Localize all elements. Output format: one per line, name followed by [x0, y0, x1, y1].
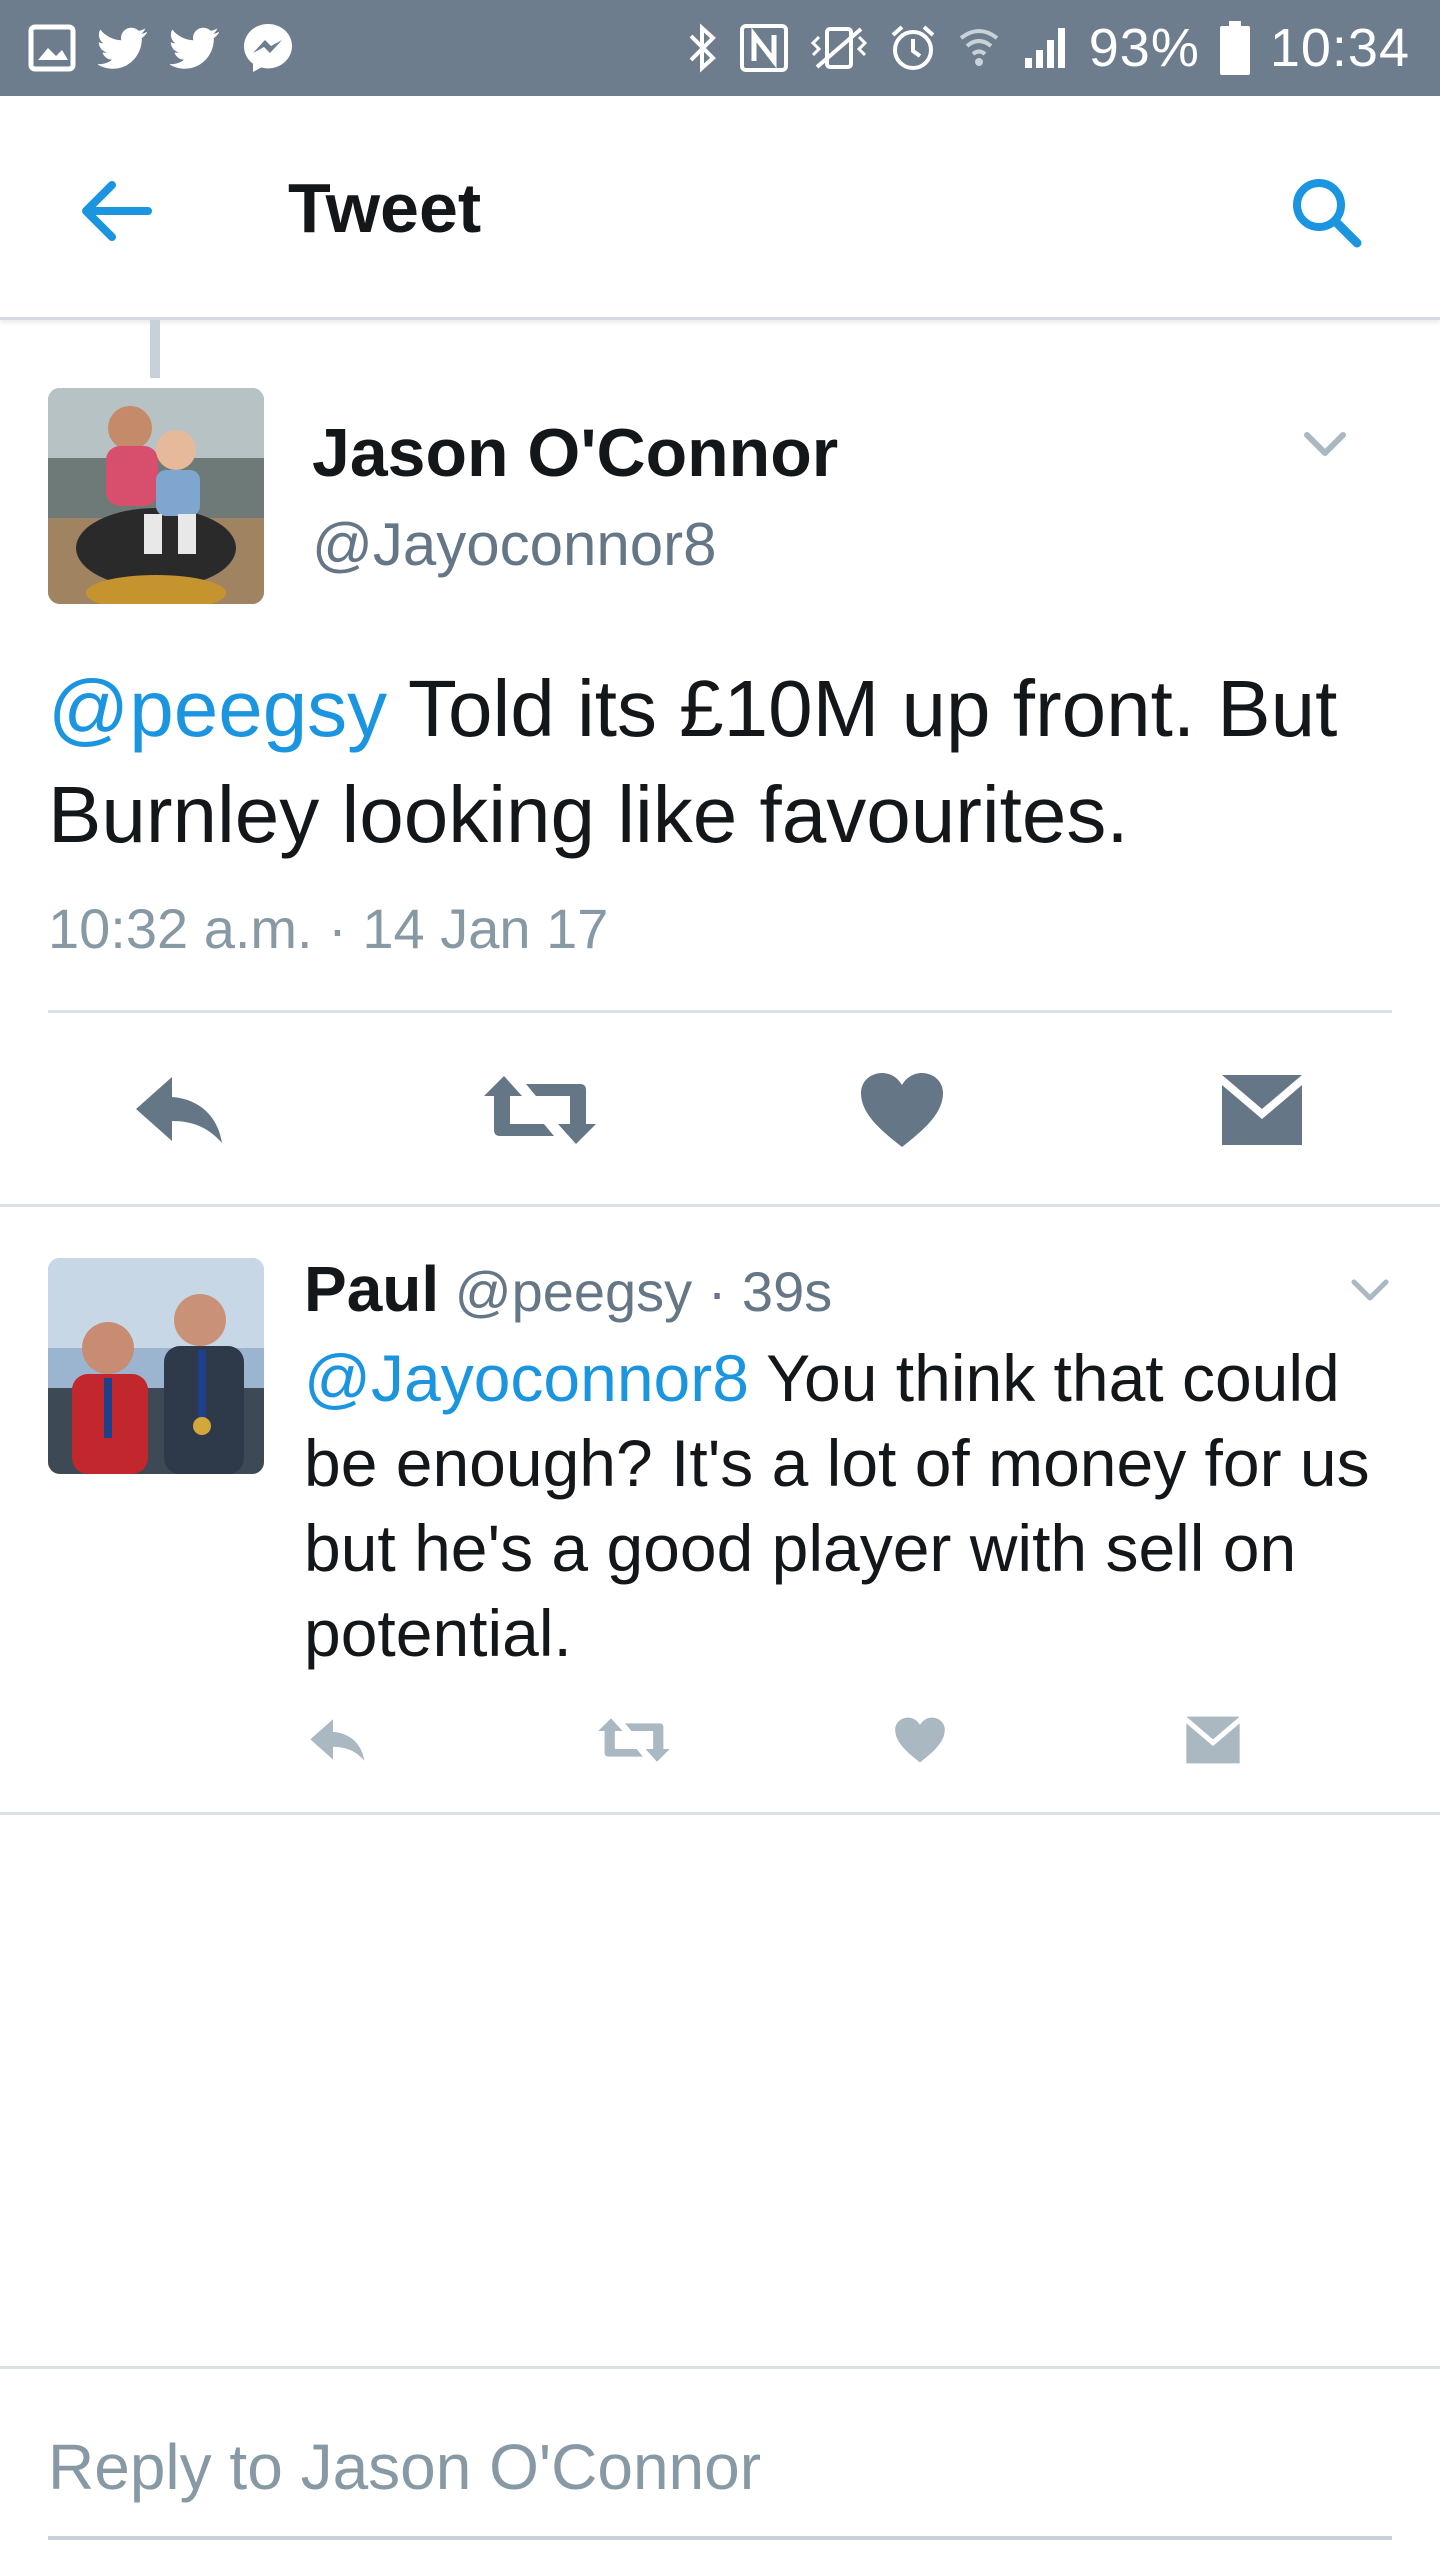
envelope-icon [1186, 1716, 1240, 1764]
clock: 10:34 [1269, 18, 1410, 78]
divider [0, 1812, 1440, 1815]
status-notifications [28, 22, 294, 74]
reply-author-name[interactable]: Paul [304, 1253, 439, 1325]
search-button[interactable] [1276, 162, 1376, 262]
page-title: Tweet [288, 169, 482, 247]
wifi-icon [957, 24, 1001, 72]
battery-icon [1219, 21, 1250, 75]
battery-percent: 93% [1088, 18, 1200, 78]
chevron-down-icon [1351, 1279, 1389, 1301]
divider [48, 1010, 1392, 1013]
bluetooth-icon [687, 22, 719, 74]
back-button[interactable] [70, 166, 160, 256]
divider [0, 1204, 1440, 1207]
envelope-icon [1222, 1075, 1302, 1145]
author-name[interactable]: Jason O'Connor [312, 414, 838, 492]
tweet-text: @peegsy Told its £10M up front. But Burn… [48, 656, 1408, 868]
reply-age: · 39s [707, 1260, 833, 1323]
direct-message-button[interactable] [1206, 1068, 1318, 1152]
reply-author-handle[interactable]: @peegsy [455, 1260, 692, 1323]
mention-link[interactable]: @Jayoconnor8 [304, 1341, 749, 1415]
app-header: Tweet [0, 96, 1440, 320]
like-button[interactable] [850, 1064, 954, 1156]
reply-button[interactable] [128, 1070, 232, 1150]
vibrate-icon [809, 23, 869, 73]
heart-icon [895, 1717, 945, 1763]
alarm-icon [889, 23, 937, 73]
profile-photo [48, 388, 264, 604]
avatar[interactable] [48, 388, 264, 604]
avatar[interactable] [48, 1258, 264, 1474]
profile-photo [48, 1258, 264, 1474]
reply-button[interactable] [300, 1710, 376, 1770]
direct-message-button[interactable] [1180, 1708, 1246, 1772]
gallery-icon [28, 24, 76, 72]
search-icon [1293, 179, 1362, 248]
chevron-down-icon [1304, 432, 1346, 456]
author-handle[interactable]: @Jayoconnor8 [312, 510, 716, 579]
retweet-button[interactable] [592, 1710, 676, 1770]
reply-input-underline [48, 2536, 1392, 2540]
status-bar: 93% 10:34 [0, 0, 1440, 96]
status-system: 93% 10:34 [687, 17, 1410, 79]
tweet-timestamp: 10:32 a.m. · 14 Jan 17 [48, 897, 609, 960]
mention-link[interactable]: @peegsy [48, 664, 387, 753]
retweet-icon [598, 1718, 670, 1762]
reply-text: @Jayoconnor8 You think that could be eno… [304, 1336, 1404, 1676]
composer-divider [0, 2366, 1440, 2369]
twitter-icon [98, 27, 148, 69]
reply-menu-button[interactable] [1338, 1268, 1402, 1312]
heart-icon [861, 1073, 943, 1147]
reply-input[interactable]: Reply to Jason O'Connor [48, 2430, 1392, 2540]
thread-connector [150, 320, 160, 378]
reply-icon [136, 1077, 222, 1143]
retweet-icon [484, 1076, 596, 1144]
reply-icon [310, 1719, 365, 1761]
back-arrow-icon [82, 181, 152, 241]
like-button[interactable] [888, 1708, 952, 1772]
twitter-icon [170, 27, 220, 69]
nfc-icon [739, 23, 789, 73]
tweet-menu-button[interactable] [1290, 420, 1360, 470]
signal-icon [1021, 24, 1069, 72]
retweet-button[interactable] [480, 1068, 600, 1152]
reply-header: Paul @peegsy · 39s [304, 1252, 832, 1326]
messenger-icon [242, 22, 294, 74]
